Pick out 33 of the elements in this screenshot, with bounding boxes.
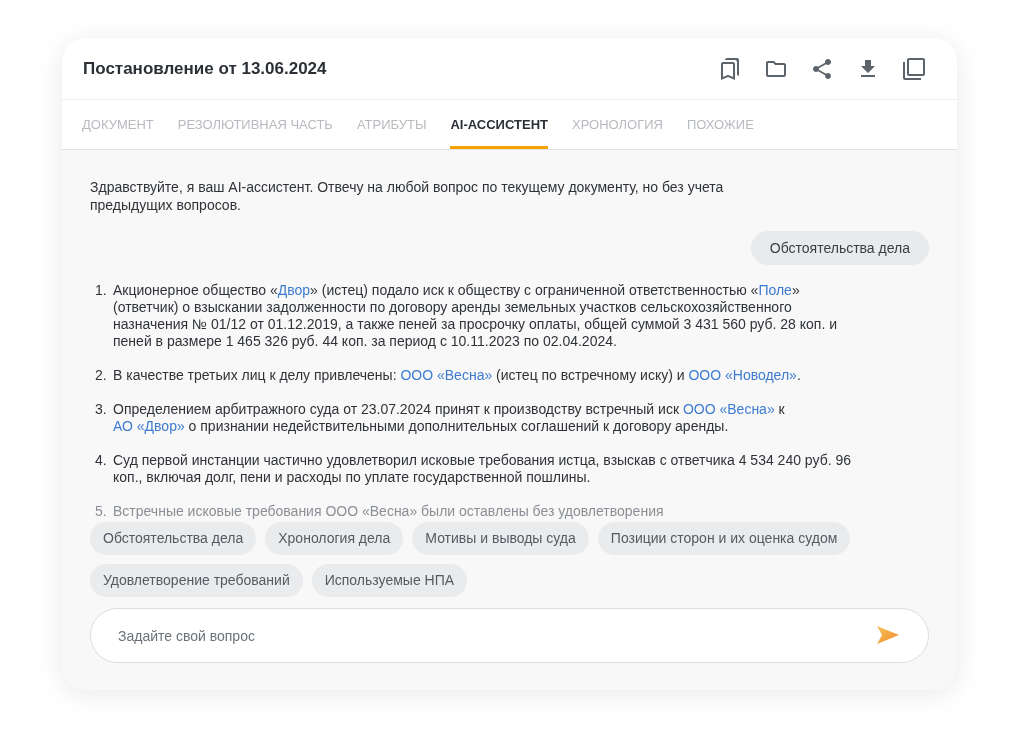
answer-paragraph: Встречные исковые требования ООО «Весна» были оставлены без удовлетворения — [113, 503, 665, 520]
bookmarks-button[interactable] — [718, 56, 742, 81]
list-number: 5. — [95, 503, 108, 520]
suggestion-chip[interactable]: Позиции сторон и их оценка судом — [597, 522, 851, 555]
list-number: 1. — [95, 282, 108, 300]
document-title: Постановление от 13.06.2024 — [83, 57, 327, 80]
question-field[interactable]: Задайте свой вопрос — [90, 608, 929, 663]
send-icon — [877, 626, 899, 644]
share-icon — [810, 56, 834, 81]
entity-link[interactable]: Поле — [758, 282, 792, 298]
entity-link[interactable]: ООО «Весна» — [682, 401, 775, 417]
user-message-bubble: Обстоятельства дела — [750, 231, 929, 265]
suggestion-chip[interactable]: Обстоятельства дела — [90, 522, 257, 555]
assistant-greeting: Здравствуйте, я ваш AI-ассистент. Отвечу на любой вопрос по текущему документу, но без учета предыдущих вопросов. — [90, 178, 725, 214]
share-button[interactable] — [810, 56, 834, 81]
answer-paragraph: Определением арбитражного суда от 23.07.2024 принят к производству встречный иск ООО «Весна» к АО «Двор» о признании недействительными дополнительных соглашений к договору аренды. — [113, 401, 786, 435]
list-number: 4. — [95, 452, 108, 470]
entity-link[interactable]: ООО «Весна» — [400, 367, 493, 383]
answer-paragraph: Суд первой инстанции частично удовлетворил исковые требования истца, взыскав с ответчика 4 534 240 руб. 96 коп., включая долг, пени и расходы по уплате государственной пошлины. — [113, 452, 852, 486]
suggestion-chip[interactable]: Хронология дела — [265, 522, 404, 555]
entity-link[interactable]: ООО «Новодел» — [688, 367, 797, 383]
entity-link[interactable]: Двор — [277, 282, 311, 298]
suggestion-chip[interactable]: Используемые НПА — [311, 564, 468, 597]
answer-paragraph: Акционерное общество «Двор» (истец) подало иск к обществу с ограниченной ответственностью «Поле» (ответчик) о взыскании задолженности по договору аренды земельных участков сельскохозяйственного назначения № 01/12 от 01.12.2019, а также пеней за просрочку оплаты, общей суммой 3 431 560 руб. 28 коп. и пеней в размере 1 465 326 руб. 44 коп. за период с 10.11.2023 по 02.04.2024. — [113, 282, 838, 350]
copy-button[interactable] — [902, 56, 926, 81]
suggestion-chip[interactable]: Удовлетворение требований — [90, 564, 303, 597]
copy-icon — [902, 56, 926, 81]
answer-paragraph: В качестве третьих лиц к делу привлечены: ООО «Весна» (истец по встречному иску) и ООО «Новодел». — [113, 367, 802, 384]
list-number: 2. — [95, 367, 108, 384]
bookmarks-icon — [718, 56, 742, 81]
entity-link[interactable]: АО «Двор» — [113, 418, 185, 434]
suggestion-chip[interactable]: Мотивы и выводы суда — [412, 522, 589, 555]
list-number: 3. — [95, 401, 108, 419]
